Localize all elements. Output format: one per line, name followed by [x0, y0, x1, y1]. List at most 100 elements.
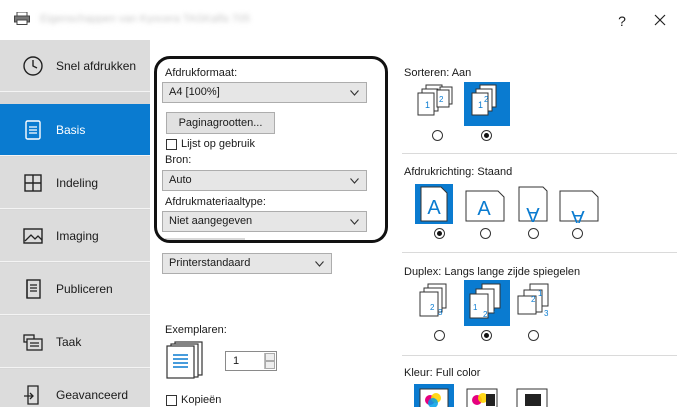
orientation-portrait-rotated-radio[interactable] — [528, 228, 539, 239]
sidebar-item-indeling[interactable]: Indeling — [0, 157, 150, 209]
clock-icon — [23, 55, 43, 76]
svg-text:2: 2 — [483, 310, 488, 319]
sidebar-item-label: Publiceren — [56, 281, 113, 296]
duplex-off-radio[interactable] — [434, 330, 445, 341]
printer-icon — [14, 12, 30, 25]
orientation-portrait-option[interactable]: A — [415, 184, 453, 224]
media-type-select[interactable]: Niet aangegeven — [162, 211, 367, 232]
chevron-down-icon — [350, 219, 359, 225]
full-color-icon — [419, 388, 449, 407]
svg-text:2: 2 — [531, 295, 536, 304]
sidebar-item-taak[interactable]: Taak — [0, 316, 150, 368]
landscape-page-icon: A — [465, 190, 505, 222]
copies-label: Exemplaren: — [165, 324, 227, 336]
document-icon — [25, 119, 41, 140]
page-sizes-button[interactable]: Paginagrootten... — [166, 112, 275, 134]
svg-text:2: 2 — [439, 95, 444, 104]
image-icon — [23, 227, 43, 244]
collate-on-icon: 1 2 — [471, 84, 497, 116]
copies-checkbox-label: Kopieën — [181, 394, 222, 406]
orientation-glyph: A — [427, 197, 441, 219]
sidebar-item-label: Taak — [56, 334, 82, 349]
svg-text:2: 2 — [484, 95, 489, 104]
help-button[interactable]: ? — [612, 11, 632, 31]
media-type-value: Niet aangegeven — [169, 215, 253, 227]
print-size-value: A4 [100%] — [169, 86, 220, 98]
collate-on-radio[interactable] — [481, 130, 492, 141]
copies-spinner[interactable]: 1 — [225, 351, 277, 371]
sidebar-item-basis[interactable]: Basis — [0, 104, 150, 156]
copies-checkbox[interactable] — [166, 395, 177, 406]
orientation-landscape-option[interactable]: A — [464, 187, 506, 223]
divider — [402, 355, 677, 356]
spin-down-icon[interactable] — [265, 361, 275, 369]
destination-select[interactable]: Printerstandaard — [162, 253, 332, 274]
orientation-label: Afdrukrichting: Staand — [404, 166, 513, 178]
orientation-landscape-rotated-radio[interactable] — [572, 228, 583, 239]
duplex-label: Duplex: Langs lange zijde spiegelen — [404, 266, 581, 278]
orientation-glyph: A — [477, 198, 491, 220]
source-value: Auto — [169, 174, 192, 186]
portrait-page-icon: A — [420, 186, 448, 222]
print-size-select[interactable]: A4 [100%] — [162, 82, 367, 103]
svg-text:1: 1 — [425, 100, 430, 110]
color-full-option[interactable] — [414, 384, 454, 407]
svg-text:2: 2 — [430, 303, 435, 312]
list-in-use-label: Lijst op gebruik — [181, 138, 255, 150]
duplex-short-edge-icon[interactable]: 1 2 3 — [514, 282, 554, 326]
duplex-long-edge-option[interactable]: 1 2 3 — [464, 280, 510, 326]
orientation-portrait-radio[interactable] — [434, 228, 445, 239]
collate-on-option[interactable]: 1 2 — [464, 82, 510, 126]
collate-off-icon[interactable]: 2 1 — [414, 84, 458, 126]
sidebar-item-label: Imaging — [56, 228, 99, 243]
divider — [402, 252, 677, 253]
spinner-arrows[interactable] — [264, 353, 275, 369]
chevron-down-icon — [350, 90, 359, 96]
duplex-short-edge-radio[interactable] — [528, 330, 539, 341]
copies-value: 1 — [233, 355, 240, 367]
chevron-down-icon — [350, 178, 359, 184]
orientation-glyph: A — [571, 206, 585, 223]
sidebar-item-label: Snel afdrukken — [56, 58, 137, 73]
book-icon — [26, 278, 41, 299]
source-select[interactable]: Auto — [162, 170, 367, 191]
window-title: Eigenschappen van Kyocera TASKalfa 7054c… — [40, 13, 250, 24]
job-stack-icon — [23, 333, 43, 351]
list-in-use-checkbox[interactable] — [166, 139, 177, 150]
landscape-rotated-page-icon: A — [559, 190, 599, 228]
svg-text:1: 1 — [473, 303, 478, 312]
orientation-glyph: A — [526, 203, 540, 224]
layout-grid-icon — [24, 173, 42, 192]
svg-text:3: 3 — [493, 310, 498, 319]
orientation-landscape-radio[interactable] — [480, 228, 491, 239]
auto-color-icon[interactable] — [463, 386, 503, 407]
orientation-portrait-rotated-option[interactable]: A — [516, 184, 550, 225]
color-label: Kleur: Full color — [404, 367, 481, 379]
collate-off-radio[interactable] — [432, 130, 443, 141]
title-bar: Eigenschappen van Kyocera TASKalfa 7054c… — [0, 0, 677, 40]
black-white-icon[interactable] — [513, 386, 553, 407]
duplex-long-edge-radio[interactable] — [481, 330, 492, 341]
svg-text:3: 3 — [438, 308, 443, 317]
sidebar-item-label: Geavanceerd — [56, 387, 129, 402]
orientation-landscape-rotated-option[interactable]: A — [558, 187, 600, 228]
media-type-label: Afdrukmateriaaltype: — [165, 196, 266, 208]
portrait-rotated-page-icon: A — [518, 186, 548, 225]
svg-text:1: 1 — [478, 100, 483, 110]
sidebar-item-snel-afdrukken[interactable]: Snel afdrukken — [0, 40, 150, 92]
sidebar-item-publiceren[interactable]: Publiceren — [0, 263, 150, 315]
chevron-down-icon — [315, 261, 324, 267]
sidebar-item-geavanceerd[interactable]: Geavanceerd — [0, 369, 150, 407]
print-size-label: Afdrukformaat: — [165, 67, 238, 79]
spin-up-icon[interactable] — [265, 353, 275, 361]
svg-text:1: 1 — [538, 289, 543, 298]
sidebar: Snel afdrukken Basis Indeling Imaging Pu… — [0, 40, 150, 407]
obscured-label — [165, 238, 245, 242]
svg-text:3: 3 — [544, 309, 549, 318]
source-label: Bron: — [165, 154, 192, 166]
collate-label: Sorteren: Aan — [404, 67, 472, 79]
sidebar-item-imaging[interactable]: Imaging — [0, 210, 150, 262]
sidebar-item-label: Indeling — [56, 175, 99, 190]
duplex-off-icon[interactable]: 2 3 — [416, 282, 456, 326]
close-icon[interactable] — [650, 10, 670, 30]
